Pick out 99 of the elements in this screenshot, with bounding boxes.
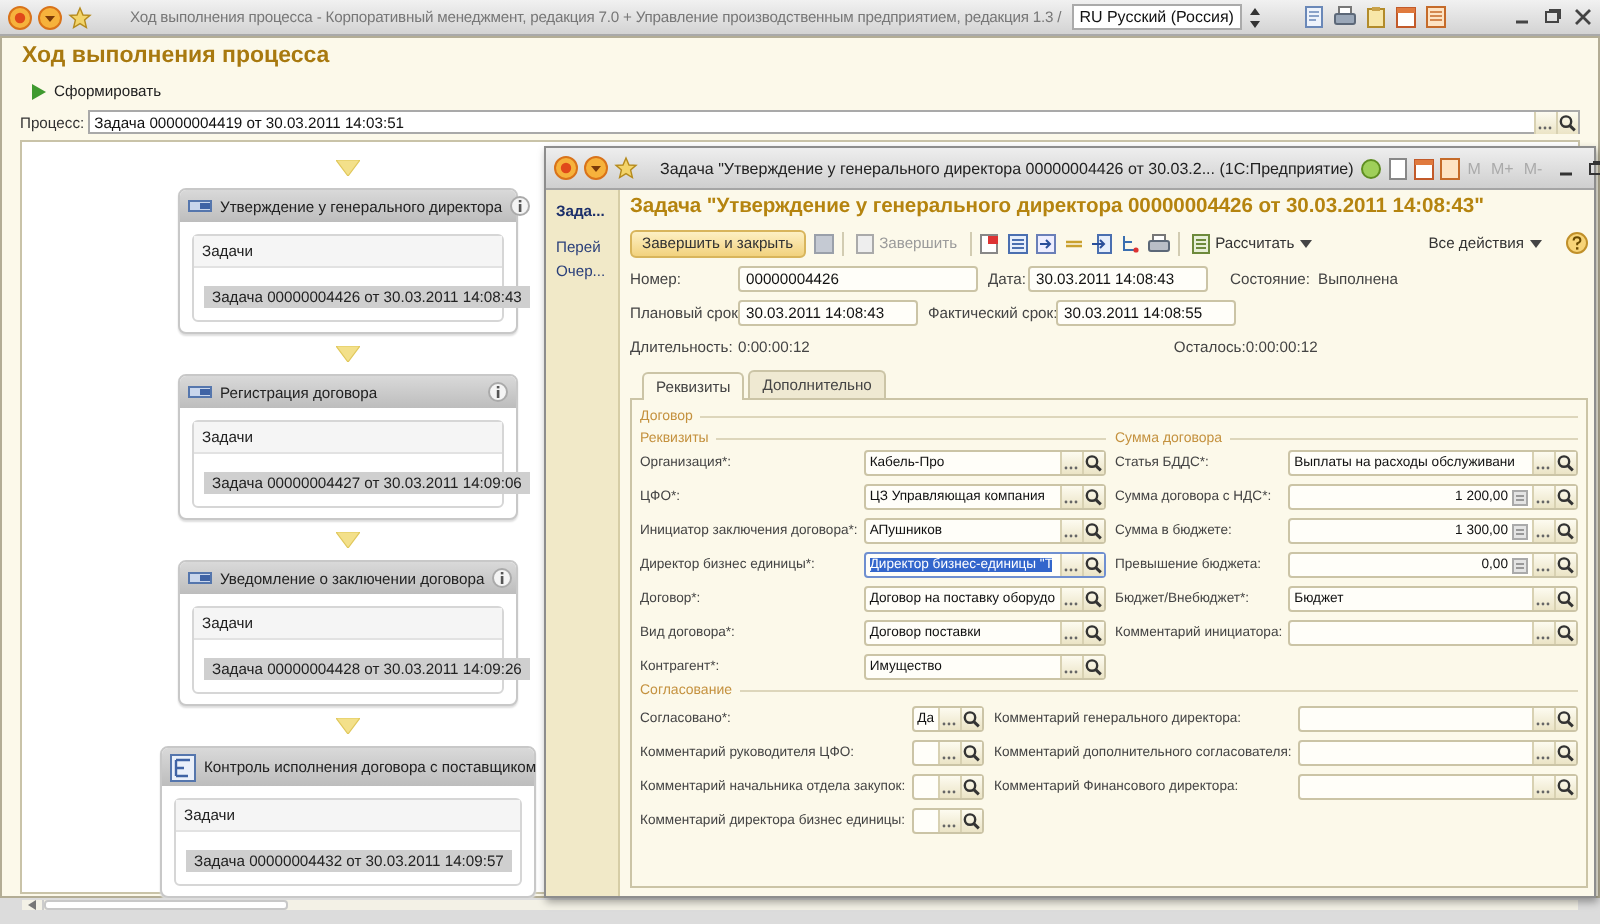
flow-arrow-icon: [336, 718, 360, 734]
choice-button[interactable]: [1059, 588, 1081, 610]
choice-button[interactable]: [1532, 520, 1554, 542]
search-button[interactable]: [1554, 708, 1576, 730]
flow-arrow-icon: [336, 346, 360, 362]
input-field[interactable]: [1297, 774, 1578, 800]
calculator-icon[interactable]: [1512, 489, 1528, 505]
choice-button[interactable]: [937, 776, 960, 798]
search-button[interactable]: [959, 776, 982, 798]
choice-button[interactable]: [1532, 588, 1554, 610]
star-icon[interactable]: [614, 156, 638, 180]
search-button[interactable]: [1081, 588, 1103, 610]
choice-button[interactable]: [1059, 656, 1081, 678]
printer-icon[interactable]: [1147, 233, 1170, 253]
input-field[interactable]: [911, 808, 984, 834]
search-button[interactable]: [1081, 520, 1103, 542]
search-button[interactable]: [1554, 776, 1576, 798]
info-icon[interactable]: [510, 196, 531, 216]
choice-button[interactable]: [1059, 452, 1081, 474]
choice-button[interactable]: [1059, 486, 1081, 508]
star-icon[interactable]: [68, 5, 92, 29]
notepad-icon[interactable]: [1439, 157, 1460, 179]
window-title: Задача "Утверждение у генерального директора 00000004426 от 30.03.2... (1С:Предприятие): [660, 159, 1354, 177]
transfer-icon[interactable]: [1091, 233, 1112, 253]
calculator-icon[interactable]: [1512, 523, 1528, 539]
info-icon[interactable]: [488, 382, 508, 402]
choice-button[interactable]: [1532, 452, 1554, 474]
choice-button[interactable]: [1532, 622, 1554, 644]
input-field[interactable]: [1297, 706, 1578, 732]
task-icon: [188, 198, 212, 214]
help-icon[interactable]: [1566, 232, 1588, 254]
arrow-icon[interactable]: [1035, 233, 1056, 253]
choice-button[interactable]: [1532, 742, 1554, 764]
calculator-icon: [1191, 233, 1210, 253]
play-icon: [32, 83, 46, 99]
logo-icon: [8, 5, 32, 29]
search-button[interactable]: [1554, 452, 1576, 474]
subprocess-icon: [170, 753, 196, 781]
caret-icon: [1300, 239, 1313, 247]
search-button[interactable]: [1081, 486, 1103, 508]
page-title: Ход выполнения процесса: [22, 44, 332, 68]
search-button[interactable]: [1081, 656, 1103, 678]
task-icon: [188, 384, 212, 400]
info-icon[interactable]: [492, 568, 513, 588]
dropdown-icon[interactable]: [38, 5, 62, 29]
document-icon[interactable]: [1303, 6, 1324, 28]
search-button[interactable]: [1556, 111, 1578, 133]
form-title: Задача "Утверждение у генерального директора 00000004426 от 30.03.2011 14:08:43": [630, 196, 1486, 218]
document-icon[interactable]: [1387, 157, 1408, 179]
search-button[interactable]: [1554, 486, 1576, 508]
input-field[interactable]: [911, 774, 984, 800]
choice-button[interactable]: [937, 742, 960, 764]
task-icon: [188, 570, 212, 586]
search-button[interactable]: [1554, 554, 1576, 576]
choice-button[interactable]: [1532, 776, 1554, 798]
search-button[interactable]: [959, 742, 982, 764]
calendar-icon[interactable]: [1413, 157, 1434, 179]
search-button[interactable]: [959, 810, 982, 832]
restore-icon[interactable]: [1544, 8, 1562, 26]
choice-button[interactable]: [1534, 111, 1556, 133]
structure-icon[interactable]: [1119, 233, 1140, 253]
search-button[interactable]: [1554, 742, 1576, 764]
choice-button[interactable]: [1059, 520, 1081, 542]
search-button[interactable]: [1081, 452, 1103, 474]
document-icon: [855, 233, 874, 253]
choice-button[interactable]: [1059, 554, 1081, 576]
choice-button[interactable]: [1059, 622, 1081, 644]
printer-icon[interactable]: [1333, 6, 1356, 28]
horizontal-scrollbar[interactable]: [22, 898, 1578, 910]
logo-icon: [554, 156, 578, 180]
spin-icon[interactable]: [1247, 5, 1262, 29]
calendar-icon[interactable]: [1395, 6, 1416, 28]
flow-arrow-icon: [336, 532, 360, 548]
input-field[interactable]: [1288, 620, 1578, 646]
choice-button[interactable]: [937, 708, 960, 730]
list-icon[interactable]: [1007, 233, 1028, 253]
clipboard-icon[interactable]: [1365, 6, 1386, 28]
calculator-icon[interactable]: [1512, 557, 1528, 573]
caret-icon: [1530, 239, 1542, 247]
flow-arrow-icon: [336, 160, 360, 176]
flag-icon[interactable]: [979, 233, 1000, 253]
language-indicator[interactable]: RU Русский (Россия): [1071, 4, 1242, 30]
search-button[interactable]: [1081, 554, 1103, 576]
choice-button[interactable]: [1532, 708, 1554, 730]
search-button[interactable]: [959, 708, 982, 730]
choice-button[interactable]: [1532, 486, 1554, 508]
scroll-left-icon[interactable]: [28, 900, 36, 910]
search-button[interactable]: [1554, 588, 1576, 610]
input-field[interactable]: [911, 740, 984, 766]
search-button[interactable]: [1081, 622, 1103, 644]
search-button[interactable]: [1554, 520, 1576, 542]
search-button[interactable]: [1554, 622, 1576, 644]
dropdown-icon[interactable]: [584, 156, 608, 180]
notepad-icon[interactable]: [1425, 6, 1446, 28]
choice-button[interactable]: [1532, 554, 1554, 576]
close-icon[interactable]: [1574, 8, 1592, 26]
choice-button[interactable]: [937, 810, 960, 832]
input-field[interactable]: [1297, 740, 1578, 766]
favorites-icon[interactable]: [1359, 157, 1382, 179]
